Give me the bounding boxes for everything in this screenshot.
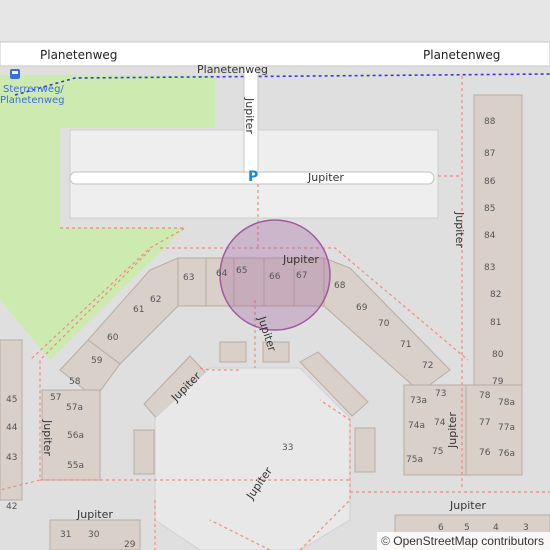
svg-text:65: 65 [236, 266, 247, 276]
svg-text:76: 76 [479, 448, 491, 458]
street-label-jupiter: Jupiter [41, 419, 54, 456]
svg-text:82: 82 [490, 290, 501, 300]
bus-stop-icon[interactable] [10, 69, 20, 79]
street-label-jupiter: Jupiter [446, 412, 459, 449]
svg-text:58: 58 [69, 377, 81, 387]
street-label-jupiter: Jupiter [243, 97, 256, 134]
svg-text:73a: 73a [410, 396, 427, 406]
svg-text:69: 69 [356, 303, 368, 313]
svg-text:79: 79 [492, 377, 504, 387]
svg-text:55a: 55a [67, 461, 84, 471]
svg-text:66: 66 [269, 272, 281, 282]
street-label-jupiter: Jupiter [76, 508, 113, 521]
svg-text:80: 80 [492, 350, 504, 360]
svg-text:64: 64 [216, 269, 228, 279]
svg-text:29: 29 [124, 540, 136, 550]
svg-text:86: 86 [484, 177, 496, 187]
street-label-jupiter: Jupiter [449, 499, 486, 512]
copyright-icon: © [381, 534, 390, 548]
svg-text:77: 77 [479, 418, 490, 428]
svg-text:57a: 57a [66, 403, 83, 413]
svg-text:33: 33 [282, 443, 293, 453]
svg-text:63: 63 [183, 273, 194, 283]
svg-text:60: 60 [107, 333, 119, 343]
svg-text:62: 62 [150, 295, 161, 305]
svg-text:77a: 77a [498, 423, 515, 433]
transit-stop-label-1: Sterrenweg/ [3, 84, 64, 95]
street-label-planetenweg: Planetenweg [40, 48, 117, 62]
street-label-jupiter: Jupiter [282, 253, 319, 266]
svg-text:78a: 78a [498, 398, 515, 408]
parking-icon[interactable]: P [248, 169, 258, 185]
svg-text:75a: 75a [406, 455, 423, 465]
svg-text:45: 45 [6, 395, 17, 405]
map-canvas[interactable]: Sterrenweg/ Planetenweg P Planetenweg Pl… [0, 0, 550, 550]
svg-text:44: 44 [6, 423, 18, 433]
svg-text:74: 74 [434, 418, 446, 428]
svg-text:30: 30 [88, 530, 100, 540]
svg-text:72: 72 [422, 361, 433, 371]
svg-text:83: 83 [484, 263, 495, 273]
street-label-jupiter: Jupiter [453, 211, 466, 248]
transit-stop-label-2: Planetenweg [0, 95, 65, 106]
street-label-jupiter: Jupiter [307, 171, 344, 184]
svg-text:57: 57 [50, 393, 61, 403]
svg-text:67: 67 [296, 271, 307, 281]
street-label-planetenweg: Planetenweg [197, 63, 268, 76]
svg-text:81: 81 [490, 318, 501, 328]
attribution[interactable]: © OpenStreetMap contributors [377, 532, 550, 550]
svg-text:88: 88 [484, 117, 496, 127]
svg-text:68: 68 [334, 281, 346, 291]
svg-text:78: 78 [479, 391, 491, 401]
attribution-text: OpenStreetMap contributors [393, 534, 544, 548]
svg-text:42: 42 [6, 502, 17, 512]
svg-text:85: 85 [484, 204, 495, 214]
svg-text:87: 87 [484, 149, 495, 159]
map-area-top [0, 0, 550, 42]
svg-text:31: 31 [60, 530, 71, 540]
svg-text:43: 43 [6, 453, 17, 463]
svg-text:73: 73 [435, 389, 446, 399]
svg-text:61: 61 [133, 305, 144, 315]
svg-text:56a: 56a [67, 431, 84, 441]
svg-text:71: 71 [400, 340, 411, 350]
svg-text:75: 75 [432, 447, 443, 457]
svg-text:70: 70 [378, 319, 390, 329]
svg-text:74a: 74a [408, 421, 425, 431]
svg-text:59: 59 [91, 356, 103, 366]
svg-text:76a: 76a [498, 449, 515, 459]
street-label-planetenweg: Planetenweg [423, 48, 500, 62]
svg-text:84: 84 [484, 231, 496, 241]
